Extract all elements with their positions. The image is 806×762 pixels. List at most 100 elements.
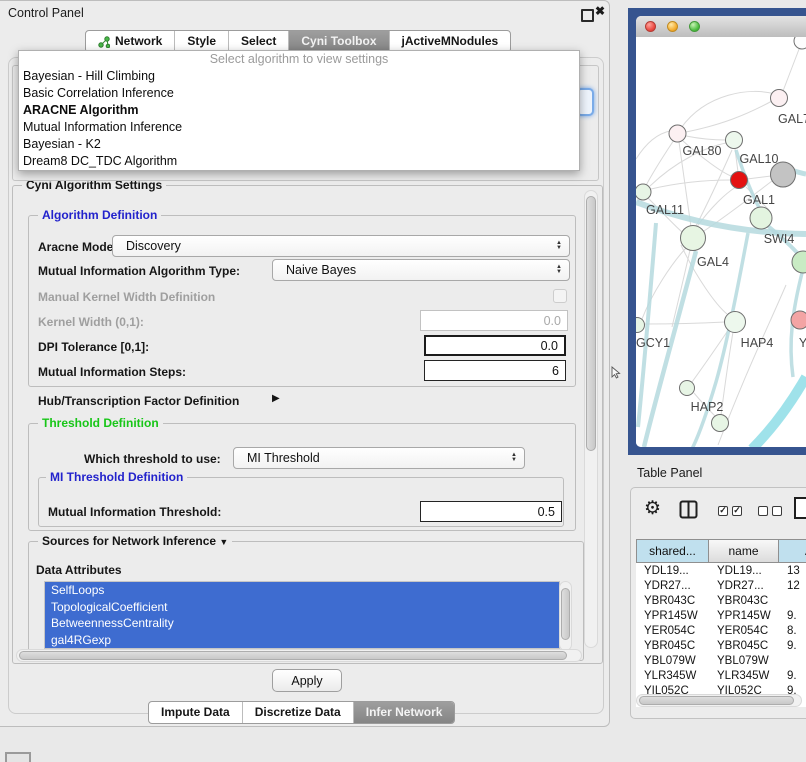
close-icon[interactable]: ✖ bbox=[595, 4, 605, 18]
which-threshold-select[interactable]: MI Threshold ▲▼ bbox=[233, 447, 525, 469]
select-columns-icon[interactable]: ✓ ✓ bbox=[718, 506, 742, 516]
table-row[interactable]: YLR345WYLR345W9. bbox=[636, 668, 806, 683]
table-row[interactable]: YDR27...YDR27...12 bbox=[636, 578, 806, 593]
network-canvas[interactable]: GAL7GAL80GAL10GAL1GAL11SWI4GAL4GCY1HAP4Y… bbox=[636, 37, 806, 447]
network-node[interactable] bbox=[792, 251, 806, 273]
collapsed-panel-icon[interactable] bbox=[5, 752, 31, 762]
network-node-hap2[interactable] bbox=[680, 381, 695, 396]
network-node-gal11[interactable] bbox=[636, 184, 651, 200]
algorithm-option[interactable]: Bayesian - Hill Climbing bbox=[19, 68, 579, 85]
close-traffic-light-icon[interactable] bbox=[645, 21, 656, 32]
deselect-columns-icon[interactable] bbox=[758, 506, 782, 516]
table-row[interactable]: YBR043CYBR043C bbox=[636, 593, 806, 608]
data-attributes-list[interactable]: SelfLoopsTopologicalCoefficientBetweenne… bbox=[44, 581, 560, 649]
mi-steps-label: Mutual Information Steps: bbox=[38, 365, 186, 379]
network-node[interactable] bbox=[794, 37, 806, 49]
node-label: GAL4 bbox=[697, 255, 729, 269]
data-attribute-item[interactable]: SelfLoops bbox=[45, 582, 559, 599]
algorithm-option[interactable]: Dream8 DC_TDC Algorithm bbox=[19, 153, 579, 170]
dpi-tolerance-field[interactable]: 0.0 bbox=[424, 335, 566, 356]
tab-network[interactable]: Network bbox=[86, 31, 174, 52]
tab-infer-network[interactable]: Infer Network bbox=[353, 702, 455, 723]
table-cell: 12 bbox=[779, 580, 806, 592]
network-edge[interactable] bbox=[783, 44, 801, 91]
network-node-gal80[interactable] bbox=[669, 125, 686, 142]
table-row[interactable]: YBL079WYBL079W bbox=[636, 653, 806, 668]
data-attribute-item[interactable]: gal4RGexp bbox=[45, 632, 559, 649]
columns-icon[interactable] bbox=[679, 500, 698, 519]
tab-select[interactable]: Select bbox=[228, 31, 288, 52]
network-node-y[interactable] bbox=[791, 311, 806, 329]
network-node-swi4[interactable] bbox=[750, 207, 772, 229]
column-header[interactable]: name bbox=[709, 539, 779, 563]
network-node[interactable] bbox=[712, 415, 729, 432]
data-attributes-label: Data Attributes bbox=[36, 563, 122, 577]
mi-type-select[interactable]: Naive Bayes ▲▼ bbox=[272, 259, 570, 281]
gear-icon[interactable]: ⚙ bbox=[644, 497, 661, 520]
network-node[interactable] bbox=[771, 162, 796, 187]
network-window-titlebar[interactable] bbox=[636, 16, 806, 38]
table-row[interactable]: YER054CYER054C8. bbox=[636, 623, 806, 638]
data-attribute-item[interactable]: BetweennessCentrality bbox=[45, 615, 559, 632]
kernel-width-field[interactable]: 0.0 bbox=[420, 310, 568, 331]
tab-cyni-toolbox[interactable]: Cyni Toolbox bbox=[288, 31, 388, 52]
node-label: GAL1 bbox=[743, 193, 775, 207]
tab-style[interactable]: Style bbox=[174, 31, 228, 52]
network-edge[interactable] bbox=[651, 180, 731, 189]
network-edge[interactable] bbox=[747, 176, 771, 179]
table-cell: 9. bbox=[779, 640, 806, 652]
network-edge[interactable] bbox=[645, 322, 725, 324]
expand-right-icon[interactable]: ▶ bbox=[272, 393, 280, 404]
aracne-mode-select[interactable]: Discovery ▲▼ bbox=[112, 235, 570, 257]
aracne-mode-value: Discovery bbox=[126, 239, 181, 253]
table-row[interactable]: YDL19...YDL19...13 bbox=[636, 563, 806, 578]
network-node-hap4[interactable] bbox=[725, 312, 746, 333]
minimize-traffic-light-icon[interactable] bbox=[667, 21, 678, 32]
tab-label: Infer Network bbox=[366, 702, 443, 723]
network-edge[interactable] bbox=[686, 136, 726, 140]
control-panel-title: Control Panel bbox=[8, 6, 84, 20]
network-node-gcy1[interactable] bbox=[636, 318, 645, 333]
algorithm-option[interactable]: Basic Correlation Inference bbox=[19, 85, 579, 102]
tab-discretize-data[interactable]: Discretize Data bbox=[242, 702, 353, 723]
data-attribute-item[interactable]: TopologicalCoefficient bbox=[45, 599, 559, 616]
table-cell: 9. bbox=[779, 670, 806, 682]
settings-horizontal-scrollbar[interactable] bbox=[16, 649, 582, 662]
algorithm-option[interactable]: Mutual Information Inference bbox=[19, 119, 579, 136]
tab-jactivemnodules[interactable]: jActiveMNodules bbox=[389, 31, 511, 52]
algorithm-option[interactable]: ARACNE Algorithm bbox=[19, 102, 579, 119]
table-row[interactable]: YPR145WYPR145W9. bbox=[636, 608, 806, 623]
network-edge[interactable] bbox=[686, 101, 772, 132]
tab-impute-data[interactable]: Impute Data bbox=[149, 702, 242, 723]
column-header[interactable]: shared... bbox=[636, 539, 709, 563]
float-window-icon[interactable] bbox=[581, 9, 594, 22]
tab-label: jActiveMNodules bbox=[402, 31, 499, 52]
sources-title-text: Sources for Network Inference bbox=[42, 534, 216, 548]
settings-vertical-scrollbar[interactable] bbox=[584, 190, 598, 648]
kernel-width-label: Kernel Width (0,1): bbox=[38, 315, 144, 329]
network-node-gal7[interactable] bbox=[771, 90, 788, 107]
table-row[interactable]: YBR045CYBR045C9. bbox=[636, 638, 806, 653]
manual-kernel-checkbox[interactable] bbox=[553, 289, 567, 303]
node-label: HAP4 bbox=[741, 336, 774, 350]
network-node-gal1[interactable] bbox=[731, 172, 748, 189]
mi-threshold-field[interactable]: 0.5 bbox=[420, 501, 562, 522]
network-node-gal4[interactable] bbox=[681, 226, 706, 251]
table-horizontal-scrollbar[interactable] bbox=[636, 694, 802, 707]
network-node-gal10[interactable] bbox=[726, 132, 743, 149]
collapse-down-icon[interactable]: ▼ bbox=[219, 537, 228, 547]
table-cell: YDL19... bbox=[709, 565, 779, 577]
mi-steps-field[interactable]: 6 bbox=[424, 360, 566, 381]
zoom-traffic-light-icon[interactable] bbox=[689, 21, 700, 32]
hub-section-label[interactable]: Hub/Transcription Factor Definition bbox=[38, 394, 239, 408]
table-cell: YDL19... bbox=[636, 565, 709, 577]
attributes-list-scrollbar[interactable] bbox=[559, 581, 572, 651]
apply-button[interactable]: Apply bbox=[272, 669, 342, 692]
column-header[interactable]: A bbox=[779, 539, 806, 563]
export-table-icon[interactable] bbox=[794, 497, 806, 520]
network-graph[interactable]: GAL7GAL80GAL10GAL1GAL11SWI4GAL4GCY1HAP4Y… bbox=[636, 37, 806, 447]
network-view-frame: GAL7GAL80GAL10GAL1GAL11SWI4GAL4GCY1HAP4Y… bbox=[628, 8, 806, 455]
network-edge[interactable] bbox=[681, 91, 775, 128]
network-edge[interactable] bbox=[752, 377, 806, 447]
algorithm-option[interactable]: Bayesian - K2 bbox=[19, 136, 579, 153]
